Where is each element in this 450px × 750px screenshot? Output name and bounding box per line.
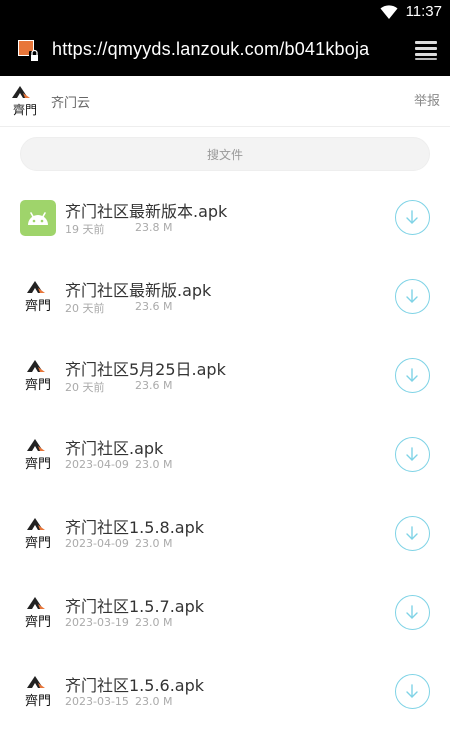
file-name[interactable]: 齐门社区最新版本.apk	[65, 198, 227, 222]
file-size: 23.8 M	[135, 221, 173, 234]
logo-text: 齊門	[13, 103, 37, 117]
file-item[interactable]: 齊門 齐门社区5月25日.apk 20 天前 23.6 M	[0, 338, 450, 417]
status-time: 11:37	[405, 3, 442, 20]
file-item[interactable]: 齊門 齐门社区1.5.6.apk 2023-03-15 23.0 M	[0, 654, 450, 733]
file-size: 23.0 M	[135, 695, 173, 708]
qimen-logo-icon: 齊門	[25, 281, 51, 314]
qimen-logo-icon: 齊門	[25, 360, 51, 393]
logo-text: 齊門	[25, 299, 51, 314]
logo-text: 齊門	[25, 694, 51, 709]
download-button[interactable]	[395, 595, 430, 630]
download-arrow-icon	[406, 605, 418, 619]
file-name[interactable]: 齐门社区最新版.apk	[65, 277, 211, 301]
qimen-logo-icon: 齊門	[25, 676, 51, 709]
insecure-site-icon	[18, 40, 40, 62]
download-arrow-icon	[406, 210, 418, 224]
search-placeholder: 搜文件	[206, 147, 243, 162]
file-name[interactable]: 齐门社区.apk	[65, 435, 163, 459]
download-button[interactable]	[395, 200, 430, 235]
file-date: 2023-03-19	[65, 616, 129, 629]
download-button[interactable]	[395, 358, 430, 393]
download-button[interactable]	[395, 279, 430, 314]
file-item[interactable]: 齊門 齐门社区.apk 2023-04-09 23.0 M	[0, 417, 450, 496]
file-size: 23.6 M	[135, 300, 173, 313]
file-name[interactable]: 齐门社区1.5.6.apk	[65, 672, 204, 696]
file-date: 2023-04-09	[65, 537, 129, 550]
file-size: 23.0 M	[135, 537, 173, 550]
logo-text: 齊門	[25, 457, 51, 472]
url-text[interactable]: https://qmyyds.lanzouk.com/b041kboja	[52, 39, 369, 60]
file-item[interactable]: 齐门社区最新版本.apk 19 天前 23.8 M	[0, 180, 450, 259]
qimen-logo-icon: 齊門	[25, 439, 51, 472]
download-button[interactable]	[395, 437, 430, 472]
search-input[interactable]: 搜文件	[20, 137, 430, 171]
download-button[interactable]	[395, 674, 430, 709]
file-name[interactable]: 齐门社区1.5.8.apk	[65, 514, 204, 538]
file-date: 20 天前	[65, 381, 105, 394]
download-button[interactable]	[395, 516, 430, 551]
android-icon	[20, 200, 56, 236]
battery-icon	[370, 4, 386, 20]
file-name[interactable]: 齐门社区1.5.7.apk	[65, 593, 204, 617]
file-date: 2023-04-09	[65, 458, 129, 471]
report-link[interactable]: 举报	[414, 90, 440, 109]
qimen-logo-icon: 齊門	[25, 597, 51, 630]
file-size: 23.0 M	[135, 616, 173, 629]
tabs-icon[interactable]	[414, 39, 438, 61]
file-size: 23.0 M	[135, 458, 173, 471]
file-date: 2023-03-15	[65, 695, 129, 708]
qimen-logo-icon: 齊門	[25, 518, 51, 551]
browser-url-bar: https://qmyyds.lanzouk.com/b041kboja	[0, 24, 450, 76]
download-arrow-icon	[406, 289, 418, 303]
download-arrow-icon	[406, 368, 418, 382]
site-header: 齊門 齐门云 举报	[0, 76, 450, 127]
file-item[interactable]: 齊門 齐门社区最新版.apk 20 天前 23.6 M	[0, 259, 450, 338]
logo-text: 齊門	[25, 378, 51, 393]
logo-text: 齊門	[25, 615, 51, 630]
download-arrow-icon	[406, 447, 418, 461]
site-name: 齐门云	[51, 96, 91, 111]
logo-text: 齊門	[25, 536, 51, 551]
file-name[interactable]: 齐门社区5月25日.apk	[65, 356, 226, 380]
qimen-logo-icon: 齊門	[12, 86, 37, 117]
file-date: 19 天前	[65, 223, 105, 236]
download-arrow-icon	[406, 684, 418, 698]
status-bar: 11:37	[0, 0, 450, 24]
download-arrow-icon	[406, 526, 418, 540]
file-item[interactable]: 齊門 齐门社区1.5.7.apk 2023-03-19 23.0 M	[0, 575, 450, 654]
file-item[interactable]: 齊門 齐门社区1.5.8.apk 2023-04-09 23.0 M	[0, 496, 450, 575]
file-size: 23.6 M	[135, 379, 173, 392]
file-date: 20 天前	[65, 302, 105, 315]
